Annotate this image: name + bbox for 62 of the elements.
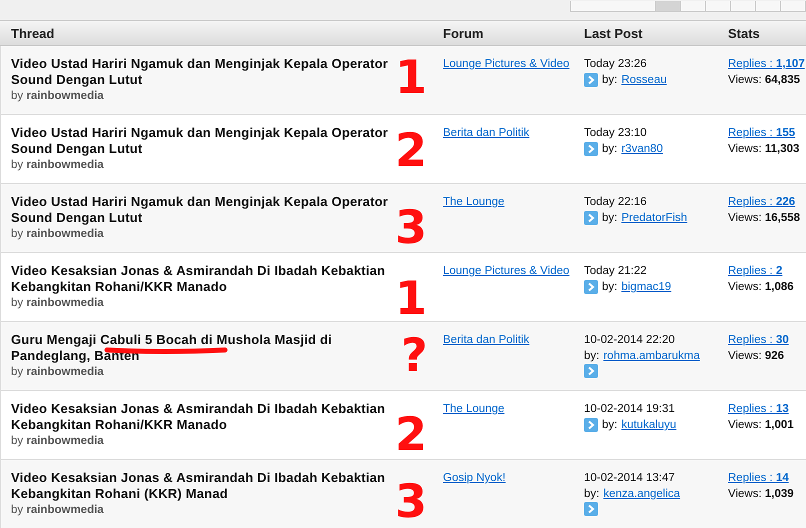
replies-link[interactable]: Replies : 14 (728, 470, 789, 486)
poster-link[interactable]: kutukaluyu (621, 417, 676, 433)
by-label: by: (602, 280, 618, 295)
views-count: Views: 926 (728, 349, 784, 364)
post-time: 10-02-2014 22:20 (584, 333, 675, 348)
poster-link[interactable]: r3van80 (621, 141, 663, 157)
author-label: by rainbowmedia (11, 365, 104, 380)
handwritten-mark: 2 (395, 411, 428, 457)
column-header[interactable]: Thread (0, 26, 432, 40)
poster-link[interactable]: kenza.angelica (603, 486, 680, 502)
post-time: Today 23:10 (584, 126, 647, 141)
page-button[interactable] (780, 1, 805, 11)
column-header[interactable]: Last Post (573, 26, 717, 40)
page-button[interactable] (755, 1, 780, 11)
forum-link[interactable]: Lounge Pictures & Video (443, 56, 570, 72)
replies-link[interactable]: Replies : 1,107 (728, 56, 805, 72)
views-count: Views: 64,835 (728, 73, 800, 88)
views-count: Views: 1,086 (728, 280, 794, 295)
post-time: Today 22:16 (584, 195, 647, 210)
views-count: Views: 1,001 (728, 418, 794, 433)
handwritten-mark: 2 (395, 127, 428, 173)
forum-link[interactable]: Lounge Pictures & Video (443, 263, 570, 279)
author-label: by rainbowmedia (11, 503, 104, 518)
by-label: by: (584, 487, 600, 502)
poster-link[interactable]: rohma.ambarukma (603, 348, 700, 364)
replies-link[interactable]: Replies : 226 (728, 194, 796, 210)
replies-link[interactable]: Replies : 13 (728, 401, 789, 417)
forum-link[interactable]: Gosip Nyok! (443, 470, 506, 486)
author-label: by rainbowmedia (11, 296, 104, 311)
forum-link[interactable]: Berita dan Politik (443, 332, 530, 348)
author-label: by rainbowmedia (11, 227, 104, 242)
post-time: Today 23:26 (584, 57, 647, 72)
forum-link[interactable]: Berita dan Politik (443, 125, 530, 141)
poster-link[interactable]: PredatorFish (621, 210, 688, 226)
page-button[interactable] (730, 1, 755, 11)
poster-link[interactable]: bigmac19 (621, 279, 672, 295)
page-button[interactable] (680, 1, 705, 11)
by-label: by: (602, 142, 618, 157)
poster-link[interactable]: Rosseau (621, 72, 667, 88)
views-count: Views: 11,303 (728, 142, 800, 157)
post-time: Today 21:22 (584, 264, 647, 279)
forum-link[interactable]: The Lounge (443, 194, 504, 210)
views-count: Views: 16,558 (728, 211, 800, 226)
replies-link[interactable]: Replies : 155 (728, 125, 796, 141)
author-label: by rainbowmedia (11, 158, 104, 173)
page-button[interactable] (705, 1, 730, 11)
thread-title[interactable]: Guru Mengaji Cabuli 5 Bocah di Mushola Masjid di Pandeglang, Banten (11, 332, 401, 364)
by-label: by: (602, 211, 618, 226)
by-label: by: (602, 73, 618, 88)
handwritten-mark: ? (401, 332, 428, 378)
column-header[interactable]: Forum (432, 26, 573, 40)
author-label: by rainbowmedia (11, 89, 104, 104)
replies-link[interactable]: Replies : 2 (728, 263, 782, 279)
author-label: by rainbowmedia (11, 434, 104, 449)
views-count: Views: 1,039 (728, 487, 794, 502)
replies-link[interactable]: Replies : 30 (728, 332, 789, 348)
by-label: by: (584, 349, 600, 364)
column-header[interactable]: Stats (717, 26, 806, 40)
post-time: 10-02-2014 19:31 (584, 402, 675, 417)
by-label: by: (602, 418, 618, 433)
forum-link[interactable]: The Lounge (443, 401, 504, 417)
post-time: 10-02-2014 13:47 (584, 471, 675, 486)
